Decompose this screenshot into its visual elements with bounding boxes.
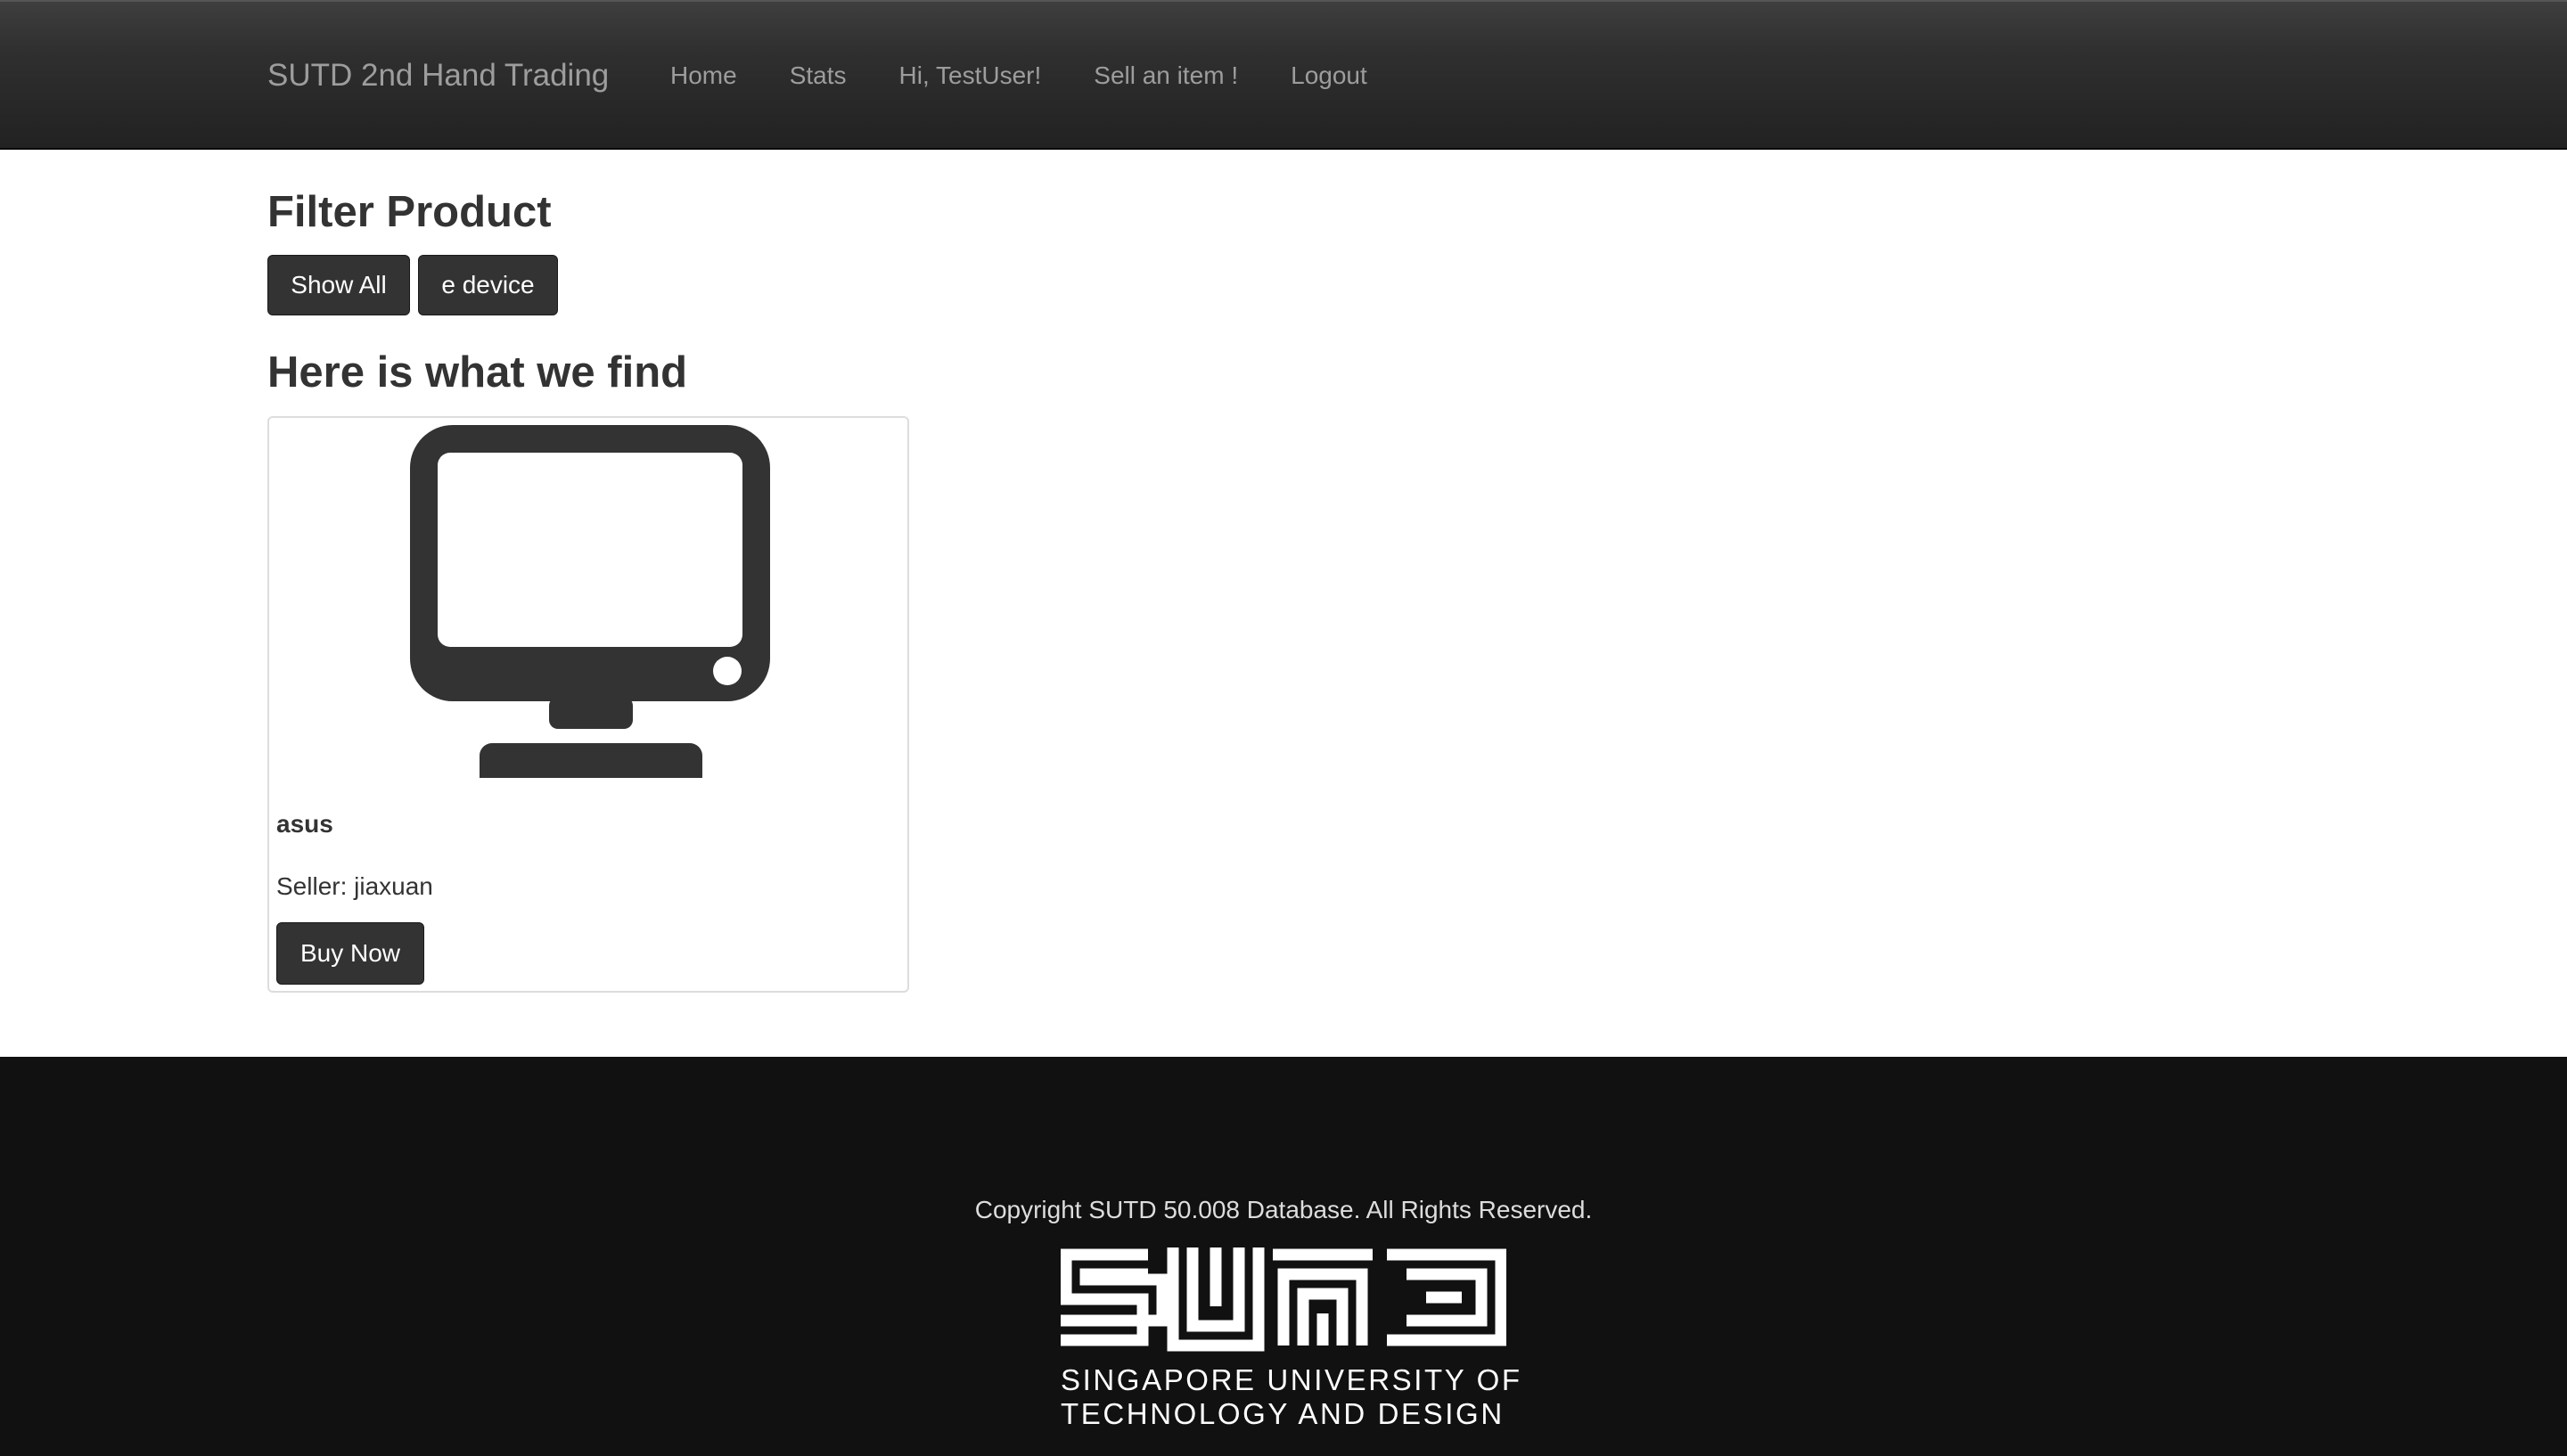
show-all-button[interactable]: Show All: [267, 255, 410, 315]
copyright-text: Copyright SUTD 50.008 Database. All Righ…: [974, 1196, 1593, 1223]
nav-home-link[interactable]: Home: [670, 53, 737, 98]
nav-links: Home Stats Hi, TestUser! Sell an item ! …: [670, 53, 1420, 98]
nav-stats-link[interactable]: Stats: [790, 53, 847, 98]
desktop-monitor-icon: [410, 425, 770, 778]
nav-user-greeting-link[interactable]: Hi, TestUser!: [899, 53, 1042, 98]
page-footer: Copyright SUTD 50.008 Database. All Righ…: [0, 1057, 2567, 1456]
buy-now-button[interactable]: Buy Now: [276, 922, 424, 985]
nav-sell-item-link[interactable]: Sell an item !: [1094, 53, 1238, 98]
top-navbar: SUTD 2nd Hand Trading Home Stats Hi, Tes…: [0, 0, 2567, 150]
nav-logout-link[interactable]: Logout: [1291, 53, 1367, 98]
brand-link[interactable]: SUTD 2nd Hand Trading: [267, 53, 609, 98]
logo-caption-line2: TECHNOLOGY AND DESIGN: [1061, 1397, 1505, 1430]
filter-e-device-button[interactable]: e device: [418, 255, 558, 315]
product-card: asus Seller: jiaxuan Buy Now: [267, 416, 909, 993]
logo-caption-line1: SINGAPORE UNIVERSITY OF: [1061, 1363, 1522, 1396]
filter-product-heading: Filter Product: [267, 188, 552, 236]
product-seller: Seller: jiaxuan: [276, 872, 433, 900]
product-name: asus: [276, 810, 333, 838]
results-heading: Here is what we find: [267, 348, 688, 397]
